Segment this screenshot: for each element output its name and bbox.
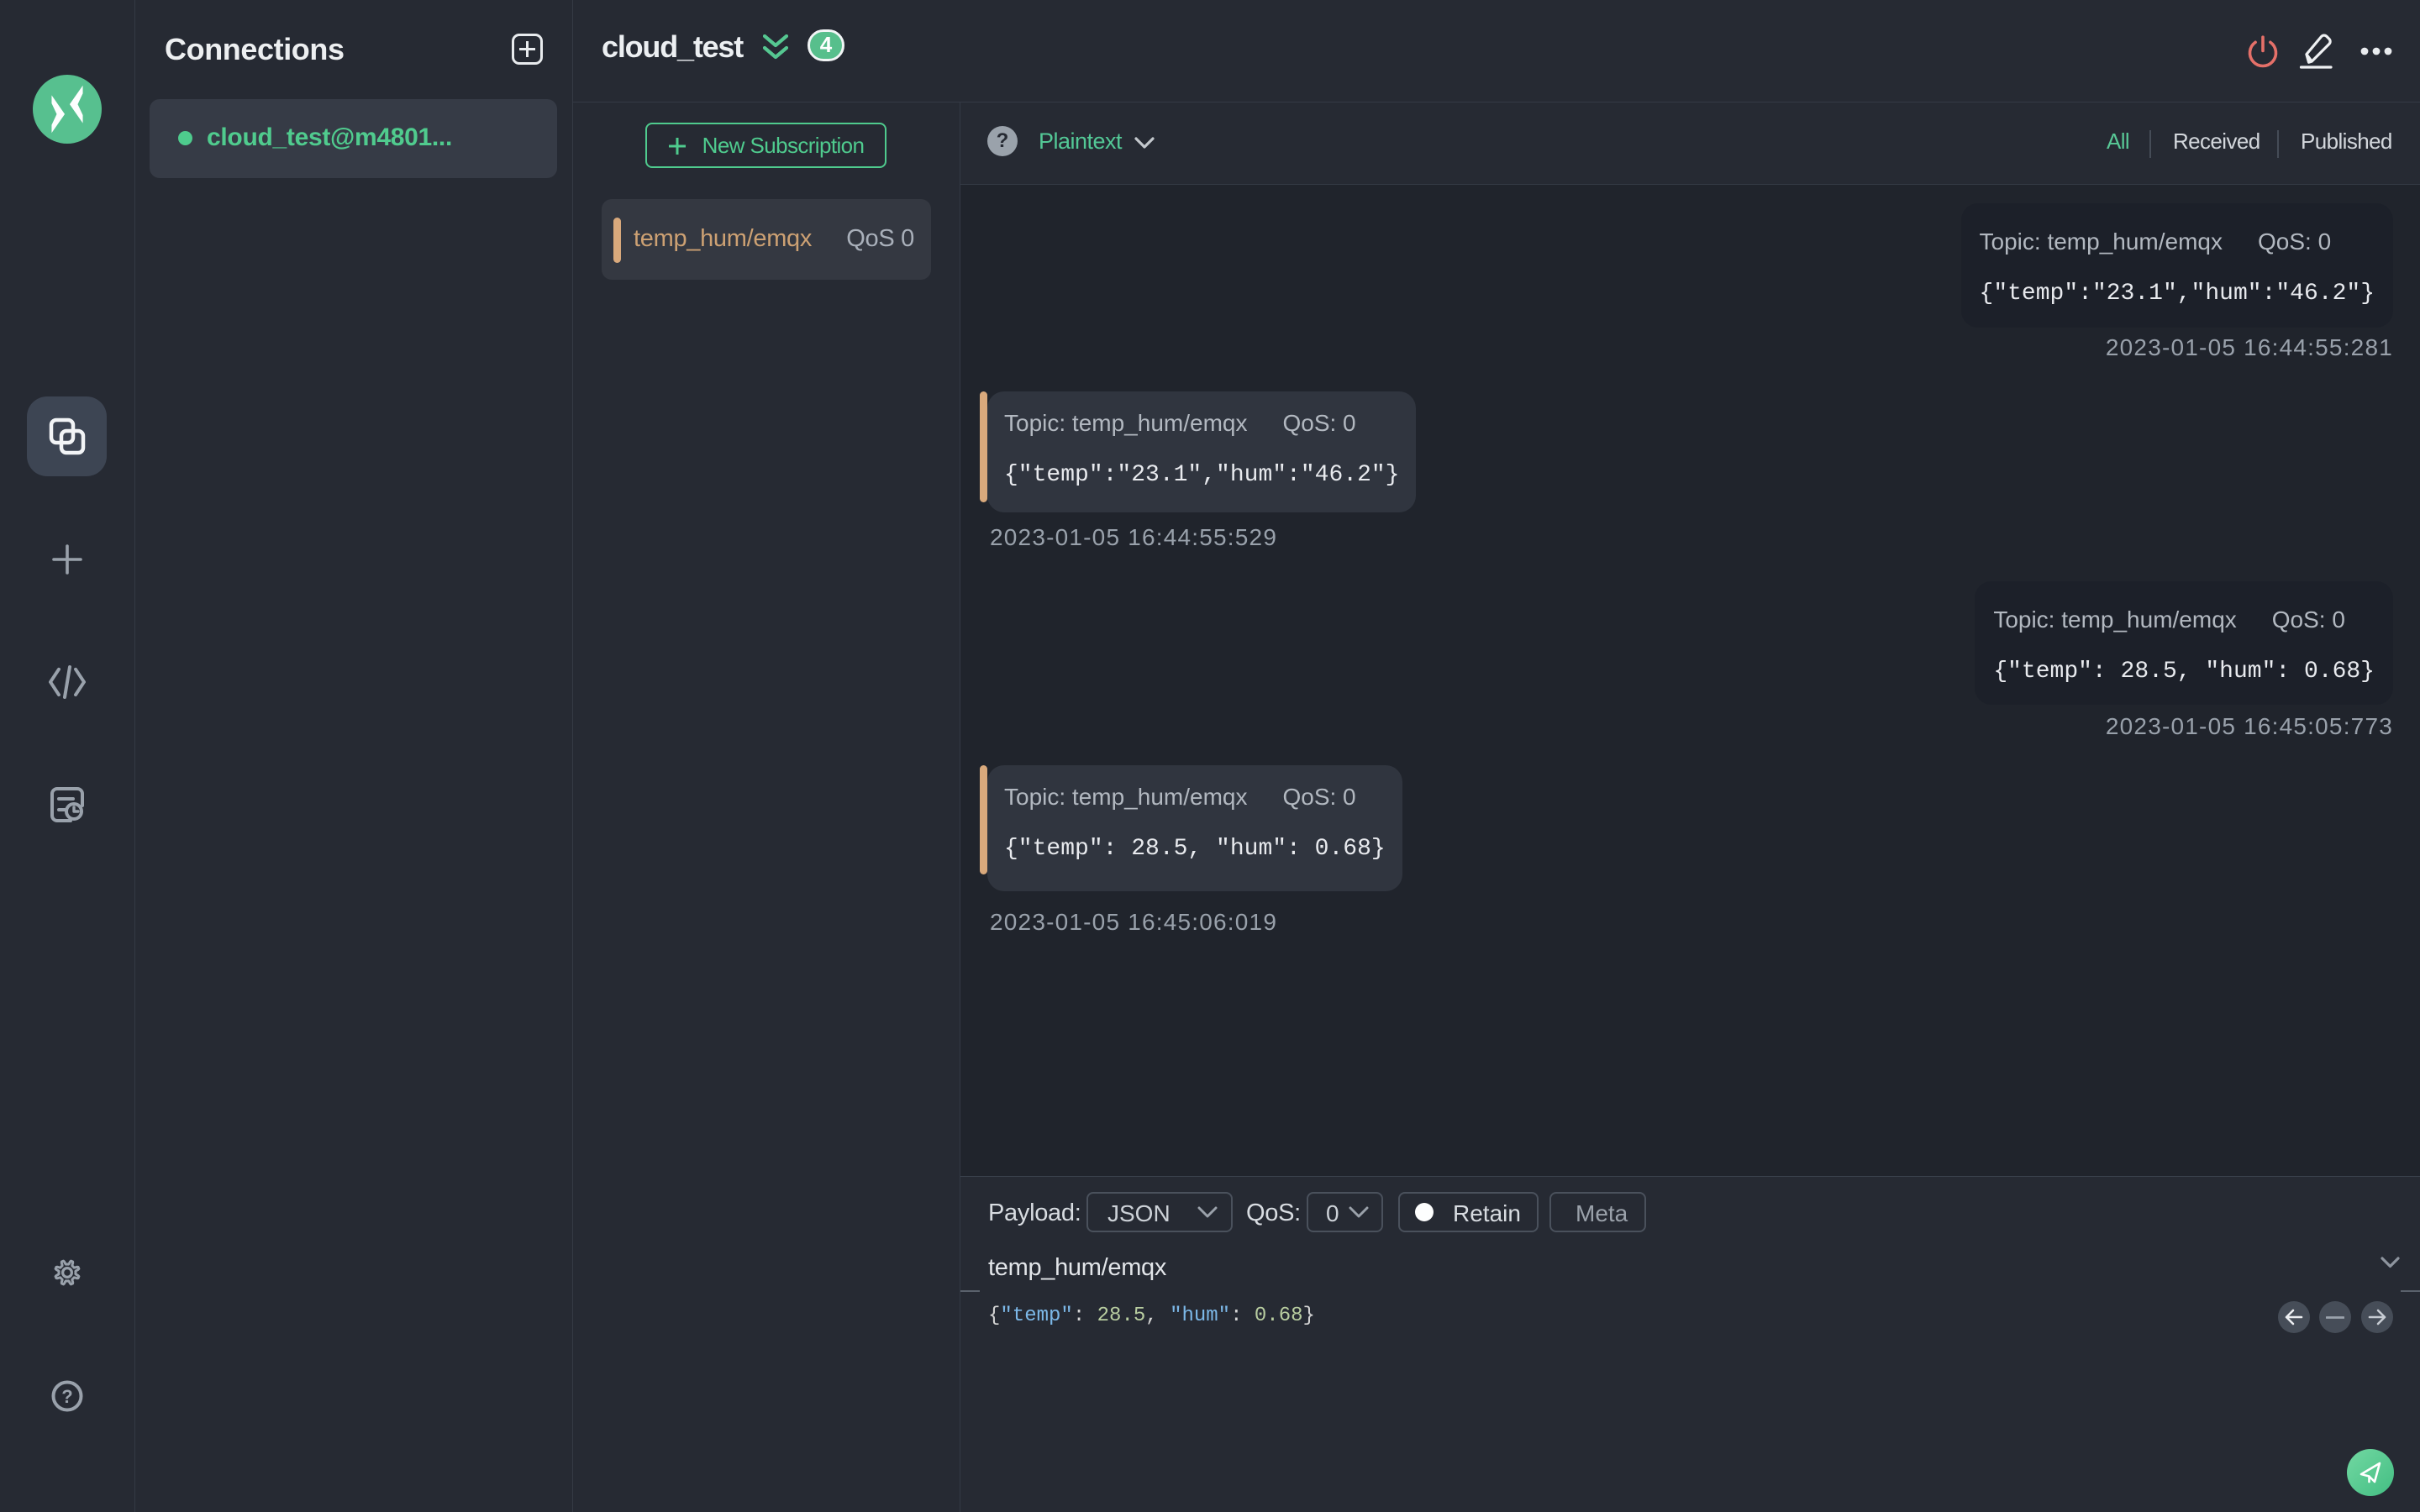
svg-text:?: ? (61, 1386, 72, 1407)
